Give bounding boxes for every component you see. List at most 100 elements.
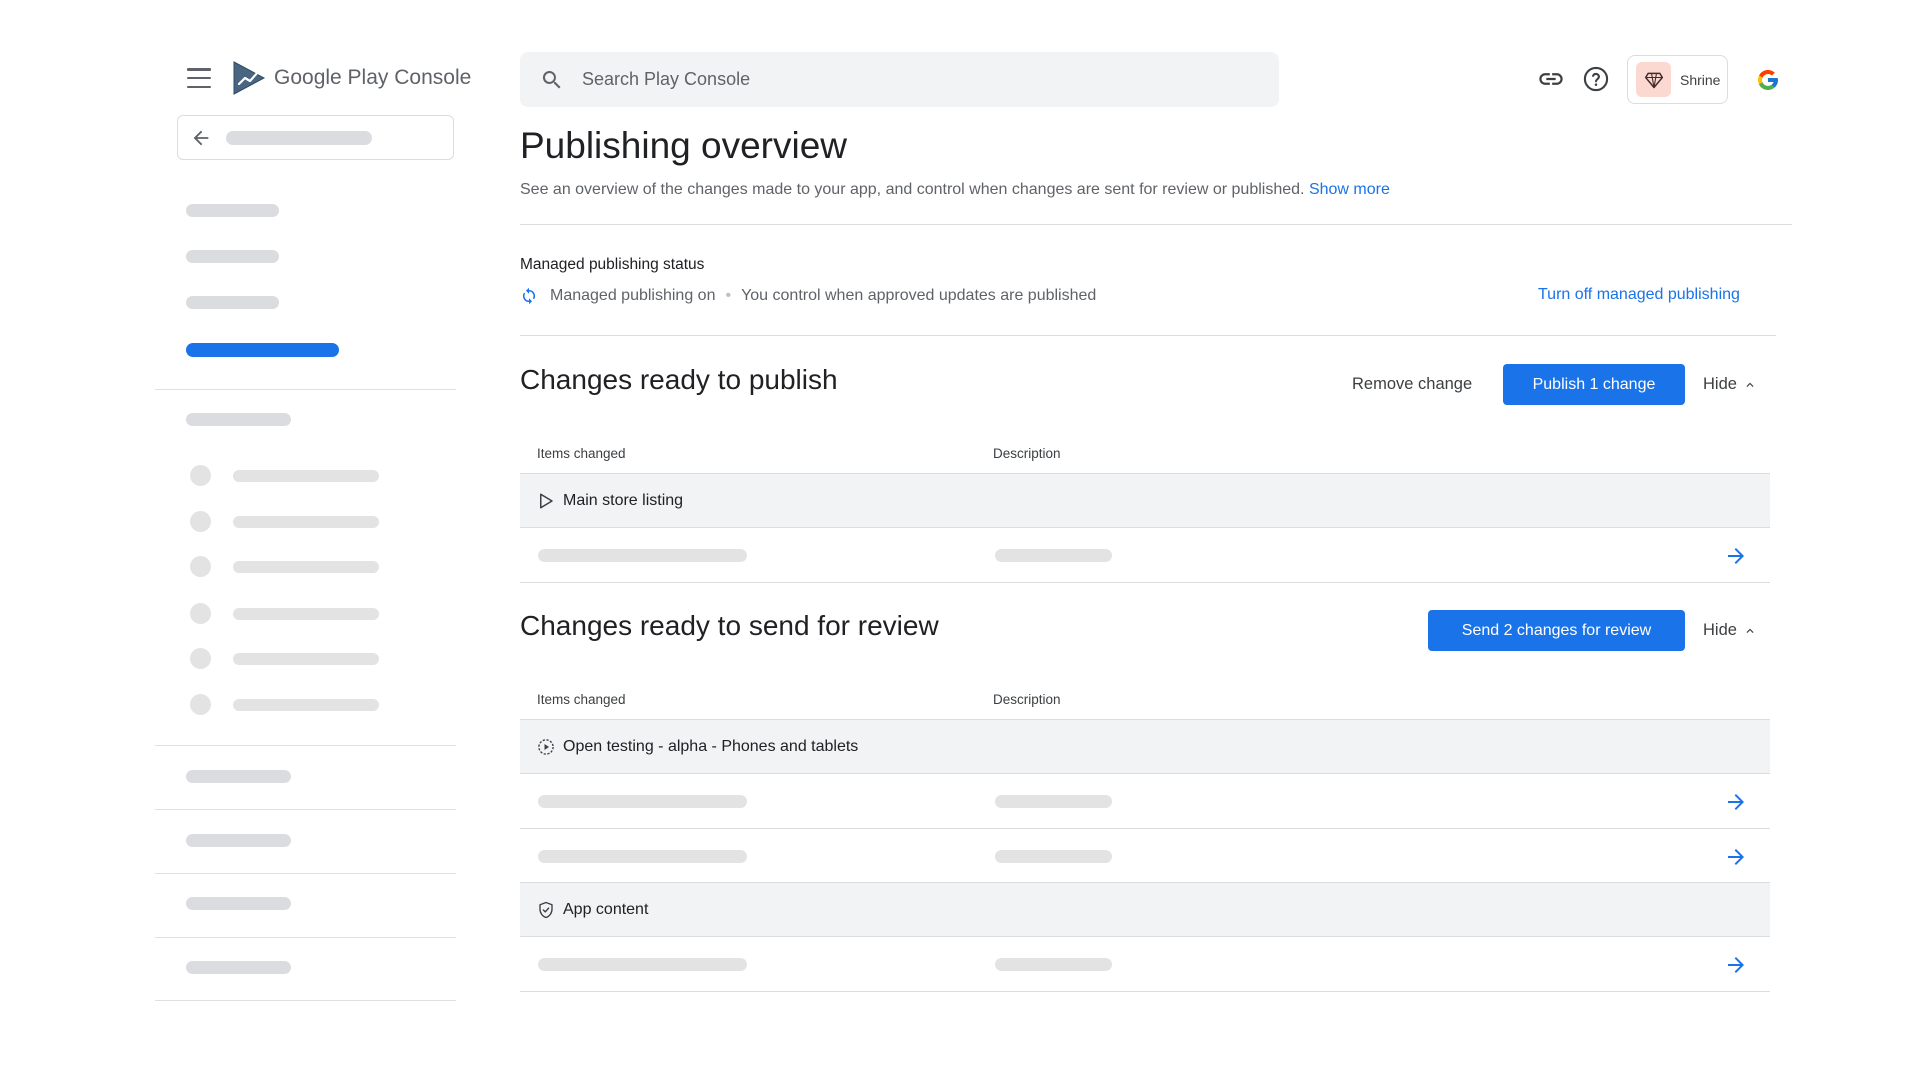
- nav-subitem-placeholder[interactable]: [233, 470, 379, 482]
- hide-review-section-button[interactable]: Hide: [1703, 621, 1757, 640]
- change-item-row[interactable]: [520, 527, 1770, 582]
- sidebar-divider: [155, 745, 456, 746]
- link-icon[interactable]: [1536, 64, 1566, 94]
- review-section-title: Changes ready to send for review: [520, 610, 939, 641]
- item-description-placeholder: [995, 958, 1112, 971]
- change-item-row[interactable]: [520, 828, 1770, 883]
- sidebar-divider: [155, 389, 456, 390]
- nav-subitem-placeholder[interactable]: [233, 608, 379, 620]
- google-g-icon: [1758, 70, 1778, 90]
- arrow-forward-icon[interactable]: [1724, 953, 1748, 977]
- hide-label: Hide: [1703, 621, 1737, 639]
- publish-section-title: Changes ready to publish: [520, 364, 838, 395]
- arrow-back-icon: [193, 130, 209, 145]
- back-button[interactable]: [177, 115, 454, 160]
- change-group-label: Open testing - alpha - Phones and tablet…: [563, 737, 859, 755]
- item-name-placeholder: [538, 549, 747, 562]
- help-icon[interactable]: [1581, 64, 1611, 94]
- nav-section-placeholder[interactable]: [186, 897, 291, 910]
- nav-subitem-placeholder[interactable]: [233, 699, 379, 711]
- nav-subitem-placeholder[interactable]: [233, 516, 379, 528]
- logo-text-main: Google Play: [274, 66, 389, 89]
- item-name-placeholder: [538, 850, 747, 863]
- page-description-text: See an overview of the changes made to y…: [520, 181, 1305, 198]
- nav-subitem-placeholder[interactable]: [233, 561, 379, 573]
- item-description-placeholder: [995, 795, 1112, 808]
- nav-item-placeholder[interactable]: [186, 296, 279, 309]
- table-bottom-border: [520, 582, 1770, 583]
- sync-icon: [522, 287, 536, 305]
- sidebar-divider: [155, 1000, 456, 1001]
- hide-publish-section-button[interactable]: Hide: [1703, 375, 1757, 394]
- change-item-row[interactable]: [520, 936, 1770, 991]
- nav-item-placeholder[interactable]: [186, 204, 279, 217]
- item-description-placeholder: [995, 549, 1112, 562]
- nav-section-placeholder[interactable]: [186, 961, 291, 974]
- nav-subitem-icon: [190, 465, 211, 486]
- nav-subitem-placeholder[interactable]: [233, 653, 379, 665]
- page-title: Publishing overview: [520, 125, 848, 166]
- arrow-forward-icon[interactable]: [1724, 790, 1748, 814]
- column-header-description: Description: [993, 446, 1061, 461]
- nav-item-active[interactable]: [186, 343, 339, 357]
- hide-label: Hide: [1703, 375, 1737, 393]
- app-name: Shrine: [1680, 71, 1721, 88]
- nav-item-placeholder[interactable]: [186, 250, 279, 263]
- sidebar-divider: [155, 873, 456, 874]
- app-switcher-button[interactable]: Shrine: [1627, 55, 1728, 104]
- chevron-up-icon: [1746, 382, 1754, 387]
- menu-icon[interactable]: [187, 68, 211, 88]
- sidebar-divider: [155, 937, 456, 938]
- column-header-items: Items changed: [537, 692, 626, 707]
- arrow-forward-icon[interactable]: [1724, 845, 1748, 869]
- show-more-link[interactable]: Show more: [1309, 181, 1390, 198]
- google-play-console-logo[interactable]: Google Play Console: [232, 60, 471, 96]
- page-description: See an overview of the changes made to y…: [520, 181, 1390, 199]
- chevron-up-icon: [1746, 628, 1754, 633]
- play-console-logo-icon: [233, 61, 266, 95]
- change-group-row[interactable]: Open testing - alpha - Phones and tablet…: [520, 719, 1770, 773]
- google-account-button[interactable]: [1744, 56, 1792, 104]
- column-header-items: Items changed: [537, 446, 626, 461]
- logo-text: Google Play Console: [274, 66, 471, 90]
- table-bottom-border: [520, 991, 1770, 992]
- testing-icon: [538, 738, 554, 755]
- nav-subitem-icon: [190, 694, 211, 715]
- arrow-forward-icon[interactable]: [1724, 544, 1748, 568]
- play-outline-icon: [540, 493, 553, 508]
- logo-text-sub: Console: [394, 66, 472, 89]
- change-group-label: App content: [563, 900, 649, 918]
- nav-section-placeholder[interactable]: [186, 413, 291, 426]
- column-header-description: Description: [993, 692, 1061, 707]
- change-item-row[interactable]: [520, 773, 1770, 828]
- change-group-row[interactable]: App content: [520, 882, 1770, 936]
- status-separator: •: [725, 287, 732, 304]
- send-for-review-button[interactable]: Send 2 changes for review: [1428, 610, 1685, 651]
- managed-status-state: Managed publishing on: [550, 287, 716, 304]
- item-description-placeholder: [995, 850, 1112, 863]
- turn-off-managed-publishing-link[interactable]: Turn off managed publishing: [1538, 286, 1740, 304]
- search-placeholder: Search Play Console: [582, 69, 751, 89]
- remove-change-button[interactable]: Remove change: [1352, 375, 1472, 394]
- header-divider: [520, 224, 1792, 225]
- publish-button[interactable]: Publish 1 change: [1503, 364, 1685, 405]
- managed-status-title: Managed publishing status: [520, 256, 705, 273]
- search-icon: [542, 70, 561, 88]
- shrine-logo-icon: [1636, 62, 1671, 97]
- sidebar-divider: [155, 809, 456, 810]
- change-group-row[interactable]: Main store listing: [520, 473, 1770, 527]
- nav-subitem-icon: [190, 603, 211, 624]
- nav-section-placeholder[interactable]: [186, 770, 291, 783]
- nav-subitem-icon: [190, 511, 211, 532]
- managed-status-row: Managed publishing on • You control when…: [520, 287, 1096, 305]
- shield-icon: [539, 901, 553, 918]
- change-group-label: Main store listing: [563, 491, 684, 509]
- managed-status-detail: You control when approved updates are pu…: [741, 287, 1097, 304]
- nav-section-placeholder[interactable]: [186, 834, 291, 847]
- nav-subitem-icon: [190, 648, 211, 669]
- status-divider: [520, 335, 1776, 336]
- item-name-placeholder: [538, 958, 747, 971]
- nav-subitem-icon: [190, 556, 211, 577]
- search-bar[interactable]: Search Play Console: [520, 52, 1279, 107]
- back-label-placeholder: [226, 130, 372, 145]
